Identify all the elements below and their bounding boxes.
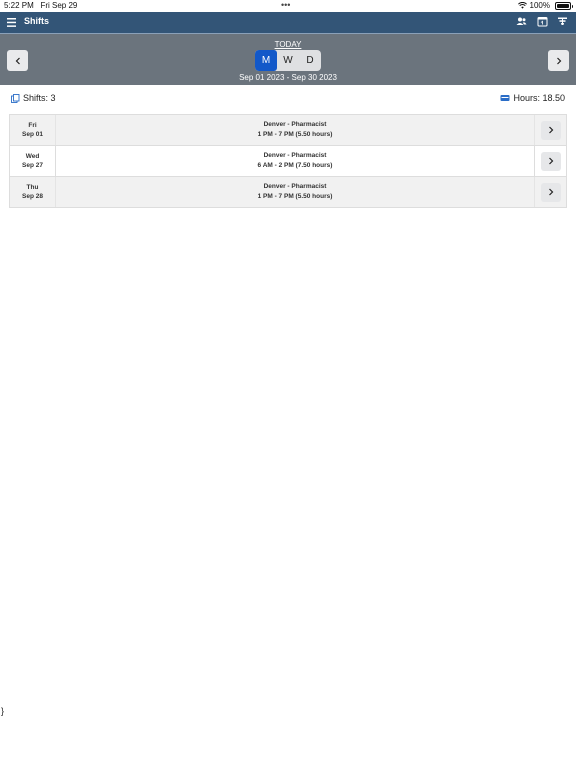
day-segment[interactable]: D xyxy=(299,50,321,71)
shift-date: Wed Sep 27 xyxy=(10,146,56,176)
status-bar: 5:22 PM Fri Sep 29 ••• 100% xyxy=(0,0,576,12)
shift-day: Thu xyxy=(26,184,39,191)
shift-time: 1 PM - 7 PM (5.50 hours) xyxy=(257,193,333,200)
shift-detail-button[interactable] xyxy=(540,182,561,202)
shift-location: Denver - Pharmacist xyxy=(263,183,327,190)
next-period-button[interactable] xyxy=(548,50,569,71)
shift-summary: Shifts: 3 Hours: 18.50 xyxy=(0,92,576,106)
shift-info: Denver - Pharmacist 6 AM - 2 PM (7.50 ho… xyxy=(56,146,534,176)
shift-action xyxy=(534,146,566,176)
date-range-header: TODAY M W D Sep 01 2023 - Sep 30 2023 xyxy=(0,34,576,85)
shift-date: Fri Sep 01 xyxy=(10,115,56,145)
time-text: 5:22 PM xyxy=(4,1,34,10)
multitask-dots[interactable]: ••• xyxy=(281,0,290,10)
shift-detail-button[interactable] xyxy=(540,120,561,140)
chevron-right-icon xyxy=(548,157,553,165)
hours-total: Hours: 18.50 xyxy=(500,93,565,103)
shift-day: Wed xyxy=(25,153,40,160)
top-nav-bar: Shifts xyxy=(0,12,576,34)
copy-icon xyxy=(11,93,20,103)
previous-period-button[interactable] xyxy=(7,50,28,71)
status-right: 100% xyxy=(517,1,573,10)
wifi-icon xyxy=(517,2,527,9)
shift-date-text: Sep 28 xyxy=(22,193,43,200)
shift-date: Thu Sep 28 xyxy=(10,177,56,207)
shift-day: Fri xyxy=(28,122,37,129)
view-mode-selector: M W D xyxy=(255,50,321,71)
shift-info: Denver - Pharmacist 1 PM - 7 PM (5.50 ho… xyxy=(56,177,534,207)
week-segment[interactable]: W xyxy=(277,50,299,71)
chevron-right-icon xyxy=(548,188,553,196)
chevron-right-icon xyxy=(548,126,553,134)
status-time: 5:22 PM Fri Sep 29 xyxy=(4,1,77,10)
shift-time: 1 PM - 7 PM (5.50 hours) xyxy=(257,131,333,138)
stray-text: } xyxy=(1,706,5,716)
shifts-count: Shifts: 3 xyxy=(11,93,56,103)
shift-info: Denver - Pharmacist 1 PM - 7 PM (5.50 ho… xyxy=(56,115,534,145)
chevron-right-icon xyxy=(556,57,561,64)
shift-row[interactable]: Thu Sep 28 Denver - Pharmacist 1 PM - 7 … xyxy=(9,177,567,208)
shift-date-text: Sep 27 xyxy=(22,162,43,169)
shift-action xyxy=(534,177,566,207)
hours-total-text: Hours: 18.50 xyxy=(513,93,565,103)
shifts-count-text: Shifts: 3 xyxy=(23,93,56,103)
battery-icon xyxy=(555,1,573,10)
today-link[interactable]: TODAY xyxy=(0,40,576,49)
people-icon[interactable] xyxy=(516,16,527,27)
shift-location: Denver - Pharmacist xyxy=(263,121,327,128)
date-range-label: Sep 01 2023 - Sep 30 2023 xyxy=(239,73,337,82)
shift-time: 6 AM - 2 PM (7.50 hours) xyxy=(257,162,333,169)
filter-icon[interactable] xyxy=(557,16,568,27)
shift-list: Fri Sep 01 Denver - Pharmacist 1 PM - 7 … xyxy=(9,114,567,208)
shift-row[interactable]: Wed Sep 27 Denver - Pharmacist 6 AM - 2 … xyxy=(9,146,567,177)
shift-date-text: Sep 01 xyxy=(22,131,43,138)
month-segment[interactable]: M xyxy=(255,50,277,71)
date-text: Fri Sep 29 xyxy=(40,1,78,10)
chevron-left-icon xyxy=(15,57,20,64)
calendar-icon[interactable] xyxy=(537,16,548,27)
menu-icon[interactable] xyxy=(7,17,16,28)
shift-detail-button[interactable] xyxy=(540,151,561,171)
battery-percent: 100% xyxy=(529,1,550,10)
clock-card-icon xyxy=(500,95,510,101)
shift-action xyxy=(534,115,566,145)
page-title: Shifts xyxy=(24,16,50,26)
shift-location: Denver - Pharmacist xyxy=(263,152,327,159)
shift-row[interactable]: Fri Sep 01 Denver - Pharmacist 1 PM - 7 … xyxy=(9,115,567,146)
